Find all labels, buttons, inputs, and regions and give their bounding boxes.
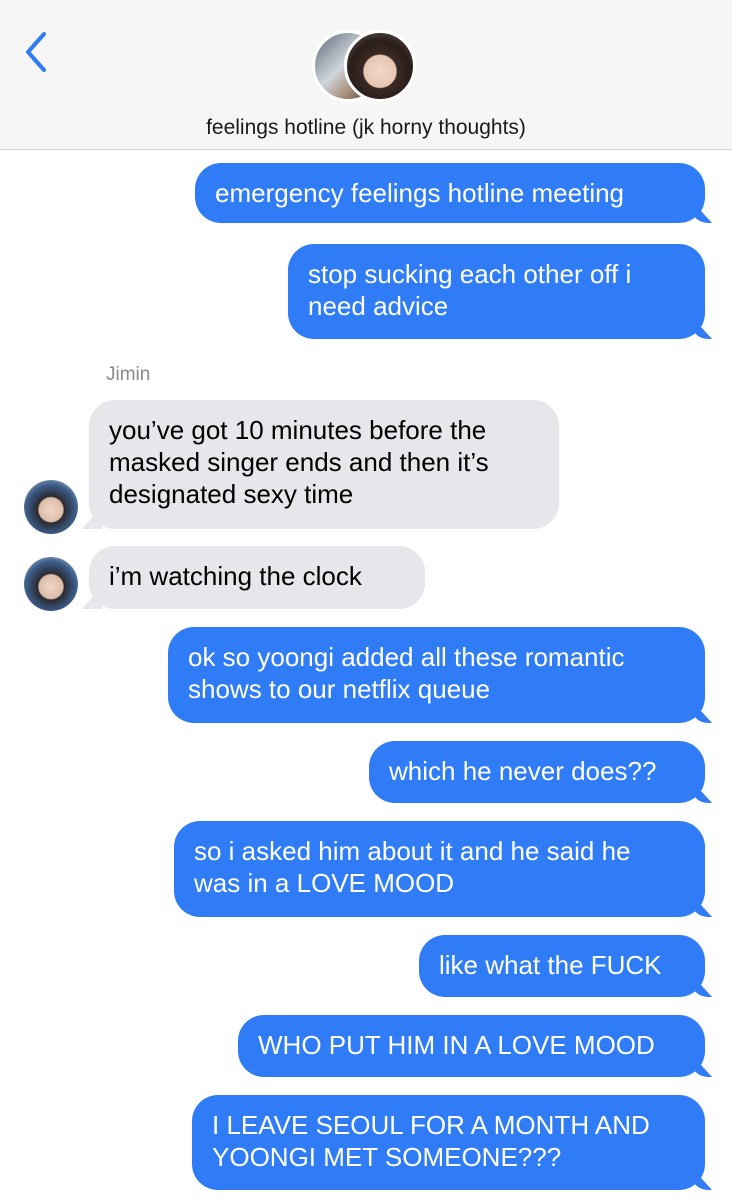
sender-name: Jimin — [106, 364, 151, 385]
message-bubble-sent[interactable]: emergency feelings hotline meeting — [195, 163, 705, 223]
message-bubble-sent[interactable]: so i asked him about it and he said he w… — [174, 821, 705, 917]
group-avatars[interactable] — [312, 30, 422, 104]
group-avatar-2 — [344, 30, 416, 102]
chevron-left-icon — [26, 32, 46, 72]
message-bubble-received[interactable]: you’ve got 10 minutes before the masked … — [89, 400, 559, 529]
back-button[interactable] — [22, 30, 52, 74]
message-bubble-sent[interactable]: stop sucking each other off i need advic… — [288, 244, 705, 339]
message-bubble-received[interactable]: i’m watching the clock — [89, 546, 425, 609]
message-bubble-sent[interactable]: WHO PUT HIM IN A LOVE MOOD — [238, 1015, 705, 1077]
chat-header: feelings hotline (jk horny thoughts) — [0, 0, 732, 150]
conversation-title[interactable]: feelings hotline (jk horny thoughts) — [0, 116, 732, 140]
message-bubble-sent[interactable]: like what the FUCK — [419, 935, 705, 997]
sender-avatar — [24, 557, 78, 611]
message-bubble-sent[interactable]: ok so yoongi added all these romantic sh… — [168, 627, 705, 723]
message-bubble-sent[interactable]: which he never does?? — [369, 741, 705, 803]
sender-avatar — [24, 480, 78, 534]
message-bubble-sent[interactable]: I LEAVE SEOUL FOR A MONTH AND YOONGI MET… — [192, 1095, 705, 1190]
